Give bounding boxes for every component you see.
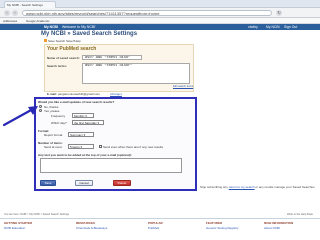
forward-icon[interactable]: › [12, 10, 18, 16]
rss-icon [44, 39, 47, 42]
footer-divider [0, 218, 320, 219]
email-updates-question: Would you like e-mail updates of new sea… [38, 100, 115, 104]
send-at-most-label: Send at most [44, 145, 62, 149]
footer-help-desk[interactable]: Write to the Help Desk [287, 213, 313, 216]
ncbi-link-myncbi[interactable]: My NCBI [266, 25, 280, 29]
ncbi-welcome: Welcome to 'My NCBI' [62, 25, 96, 29]
send-even-when-none-checkbox[interactable] [99, 145, 102, 148]
back-icon[interactable]: ‹ [4, 10, 10, 16]
search-terms-label: Search terms: [47, 64, 68, 68]
bookmark-item[interactable]: Google Academic [26, 19, 50, 23]
browser-tab-label: My NCBI - Search Settings [7, 3, 43, 7]
side-note-text-after: or any results manage your Saved Searche… [255, 185, 315, 189]
send-at-most-select-value: 5 items [70, 145, 80, 149]
frequency-select[interactable]: Monthly ▾ [72, 113, 94, 118]
saved-search-heading: Your PubMed search [47, 46, 97, 52]
annotation-arrow-icon [2, 106, 38, 127]
cancel-button[interactable]: Cancel [75, 180, 93, 186]
search-terms-textarea[interactable]: asd? AND "chest disor" [82, 63, 190, 84]
side-note: Stop subscribing any return to my search… [200, 185, 315, 189]
which-day-label: Which day? [51, 121, 67, 125]
footer-column-heading: NCBI INFORMATION [264, 221, 294, 225]
bookmark-item[interactable]: Addresses [3, 19, 17, 23]
footer-column-link[interactable]: NCBI Education [4, 226, 25, 230]
email-text-question: Any text you want to be added at the top… [38, 153, 132, 157]
footer-column-link[interactable]: Genetic Testing Registry [206, 226, 238, 230]
footer-column-link[interactable]: PubMed [148, 226, 159, 230]
ncbi-link-signout[interactable]: Sign Out [284, 25, 297, 29]
email-label: E-mail: [47, 92, 58, 96]
footer-column-heading: POPULAR [148, 221, 163, 225]
email-change-link[interactable]: (change) [110, 92, 122, 96]
footer-column-heading: RESOURCES [76, 221, 96, 225]
edit-search-terms-link[interactable]: Edit search terms [173, 85, 193, 88]
email-text-textarea[interactable] [40, 158, 182, 173]
page-title: My NCBI » Saved Search Settings [41, 31, 138, 37]
browser-tab[interactable]: My NCBI - Search Settings [4, 1, 56, 8]
rss-label[interactable]: Save Search Save?Help [48, 39, 81, 43]
return-to-search-link[interactable]: return to my search [229, 185, 255, 189]
search-name-input[interactable]: asd? AND "chest diso" [82, 55, 142, 60]
ncbi-brand[interactable]: My NCBI [44, 25, 58, 29]
side-note-text-before: Stop subscribing any [200, 185, 228, 189]
footer-column-link[interactable]: About NCBI [264, 226, 280, 230]
footer-column-heading: FEATURED [206, 221, 223, 225]
footer-breadcrumb: You are here: NCBI > My NCBI > Saved Sea… [4, 213, 70, 216]
report-format-select-value: Summary [70, 133, 83, 137]
radio-yes-label: Yes, please [44, 109, 60, 113]
ncbi-link-user[interactable]: cbcthy [248, 25, 258, 29]
which-day-select[interactable]: the first Saturday ▾ [72, 120, 104, 125]
address-bar[interactable]: www.ncbi.nlm.nih.gov/sites/myncbi/search… [22, 10, 272, 16]
send-at-most-select[interactable]: 5 items ▾ [68, 144, 94, 149]
send-even-when-none-label: Send even when there aren't any new resu… [103, 145, 163, 149]
refresh-icon[interactable]: ↻ [276, 10, 282, 16]
email-value: pergamoniouswhirl@gmail.com [58, 92, 100, 96]
footer-column-heading: GETTING STARTED [4, 221, 33, 225]
delete-button[interactable]: Delete [113, 180, 131, 186]
footer-column-link[interactable]: Chemicals & Bioassays [76, 226, 107, 230]
which-day-select-value: the first Saturday [74, 121, 97, 125]
report-format-label: Report format [44, 133, 63, 137]
frequency-select-value: Monthly [74, 114, 85, 118]
frequency-label: Frequency [51, 114, 66, 118]
save-button[interactable]: Save [40, 180, 56, 186]
report-format-select[interactable]: Summary ▾ [68, 132, 94, 137]
search-name-label: Name of saved search: [47, 56, 80, 60]
